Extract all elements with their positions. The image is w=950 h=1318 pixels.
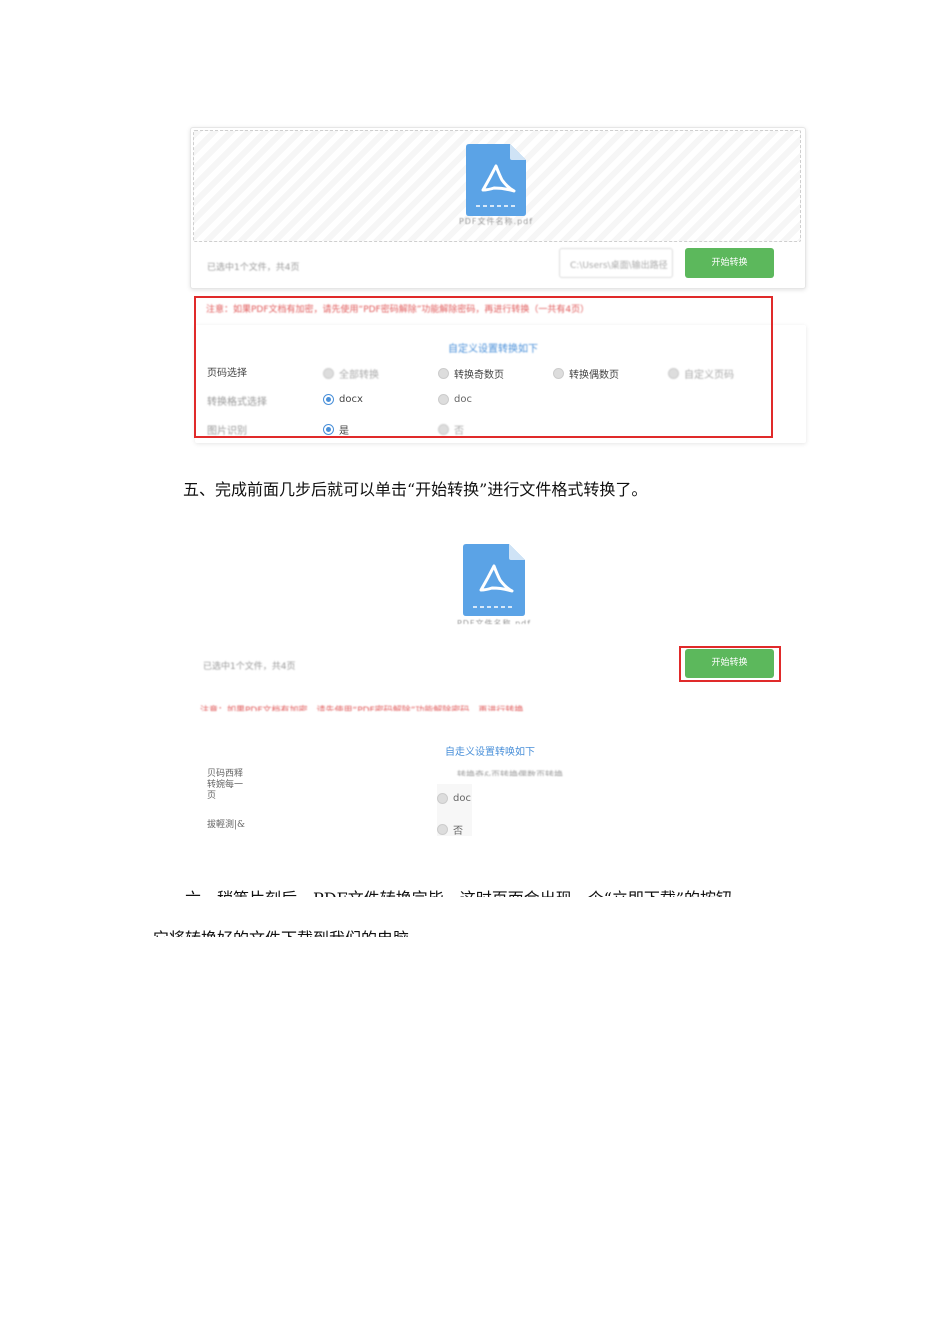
page-mode-options: 转换奇&页转换偶数页转换	[457, 771, 564, 776]
paragraph-step-6-line2: 它将转换好的文件下载到我们的电脑	[153, 925, 409, 937]
start-convert-button[interactable]: 开始转换	[685, 248, 774, 278]
file-name-label: PDF文件名称.pdf	[458, 217, 534, 226]
paragraph-step-5: 五、完成前面几步后就可以单击“开始转换”进行文件格式转换了。	[183, 480, 648, 499]
output-path-field[interactable]: C:\Users\桌面\输出路径	[559, 248, 673, 278]
paragraph-step-6-line1: 六、稍等片刻后，PDF文件转换完毕，这时页面会出现一个“立即下载”的按钮	[185, 885, 732, 897]
paragraph-step-6-line1-clip: 六、稍等片刻后，PDF文件转换完毕，这时页面会出现一个“立即下载”的按钮	[0, 885, 950, 897]
radio-button[interactable]	[437, 824, 448, 835]
selected-file-hint: 已选中1个文件，共4页	[203, 662, 296, 672]
pdf-file-icon	[463, 544, 525, 616]
radio-button[interactable]	[437, 793, 448, 804]
image-option-no[interactable]: 否	[437, 822, 463, 837]
selected-file-hint: 已选中1个文件，共4页	[207, 263, 300, 273]
format-option-doc[interactable]: doc	[437, 793, 471, 804]
encryption-note: 注意：如果PDF文档有加密，请先使用“PDF密码解除”功能解除密码，再进行转换	[200, 706, 524, 711]
highlight-box-options	[194, 296, 773, 438]
custom-settings-title: 自走义设置转唤如下	[445, 747, 535, 758]
pdf-file-icon	[466, 144, 526, 216]
paragraph-step-6-line2-clip: 它将转换好的文件下载到我们的电脑	[0, 925, 950, 937]
page-select-label: 贝码西释转婉每一页	[207, 769, 244, 801]
file-name-label: PDF文件名称.pdf	[456, 619, 532, 624]
image-recognition-label: 拔輕測|&	[207, 820, 246, 830]
highlight-box-start-button	[679, 646, 781, 682]
